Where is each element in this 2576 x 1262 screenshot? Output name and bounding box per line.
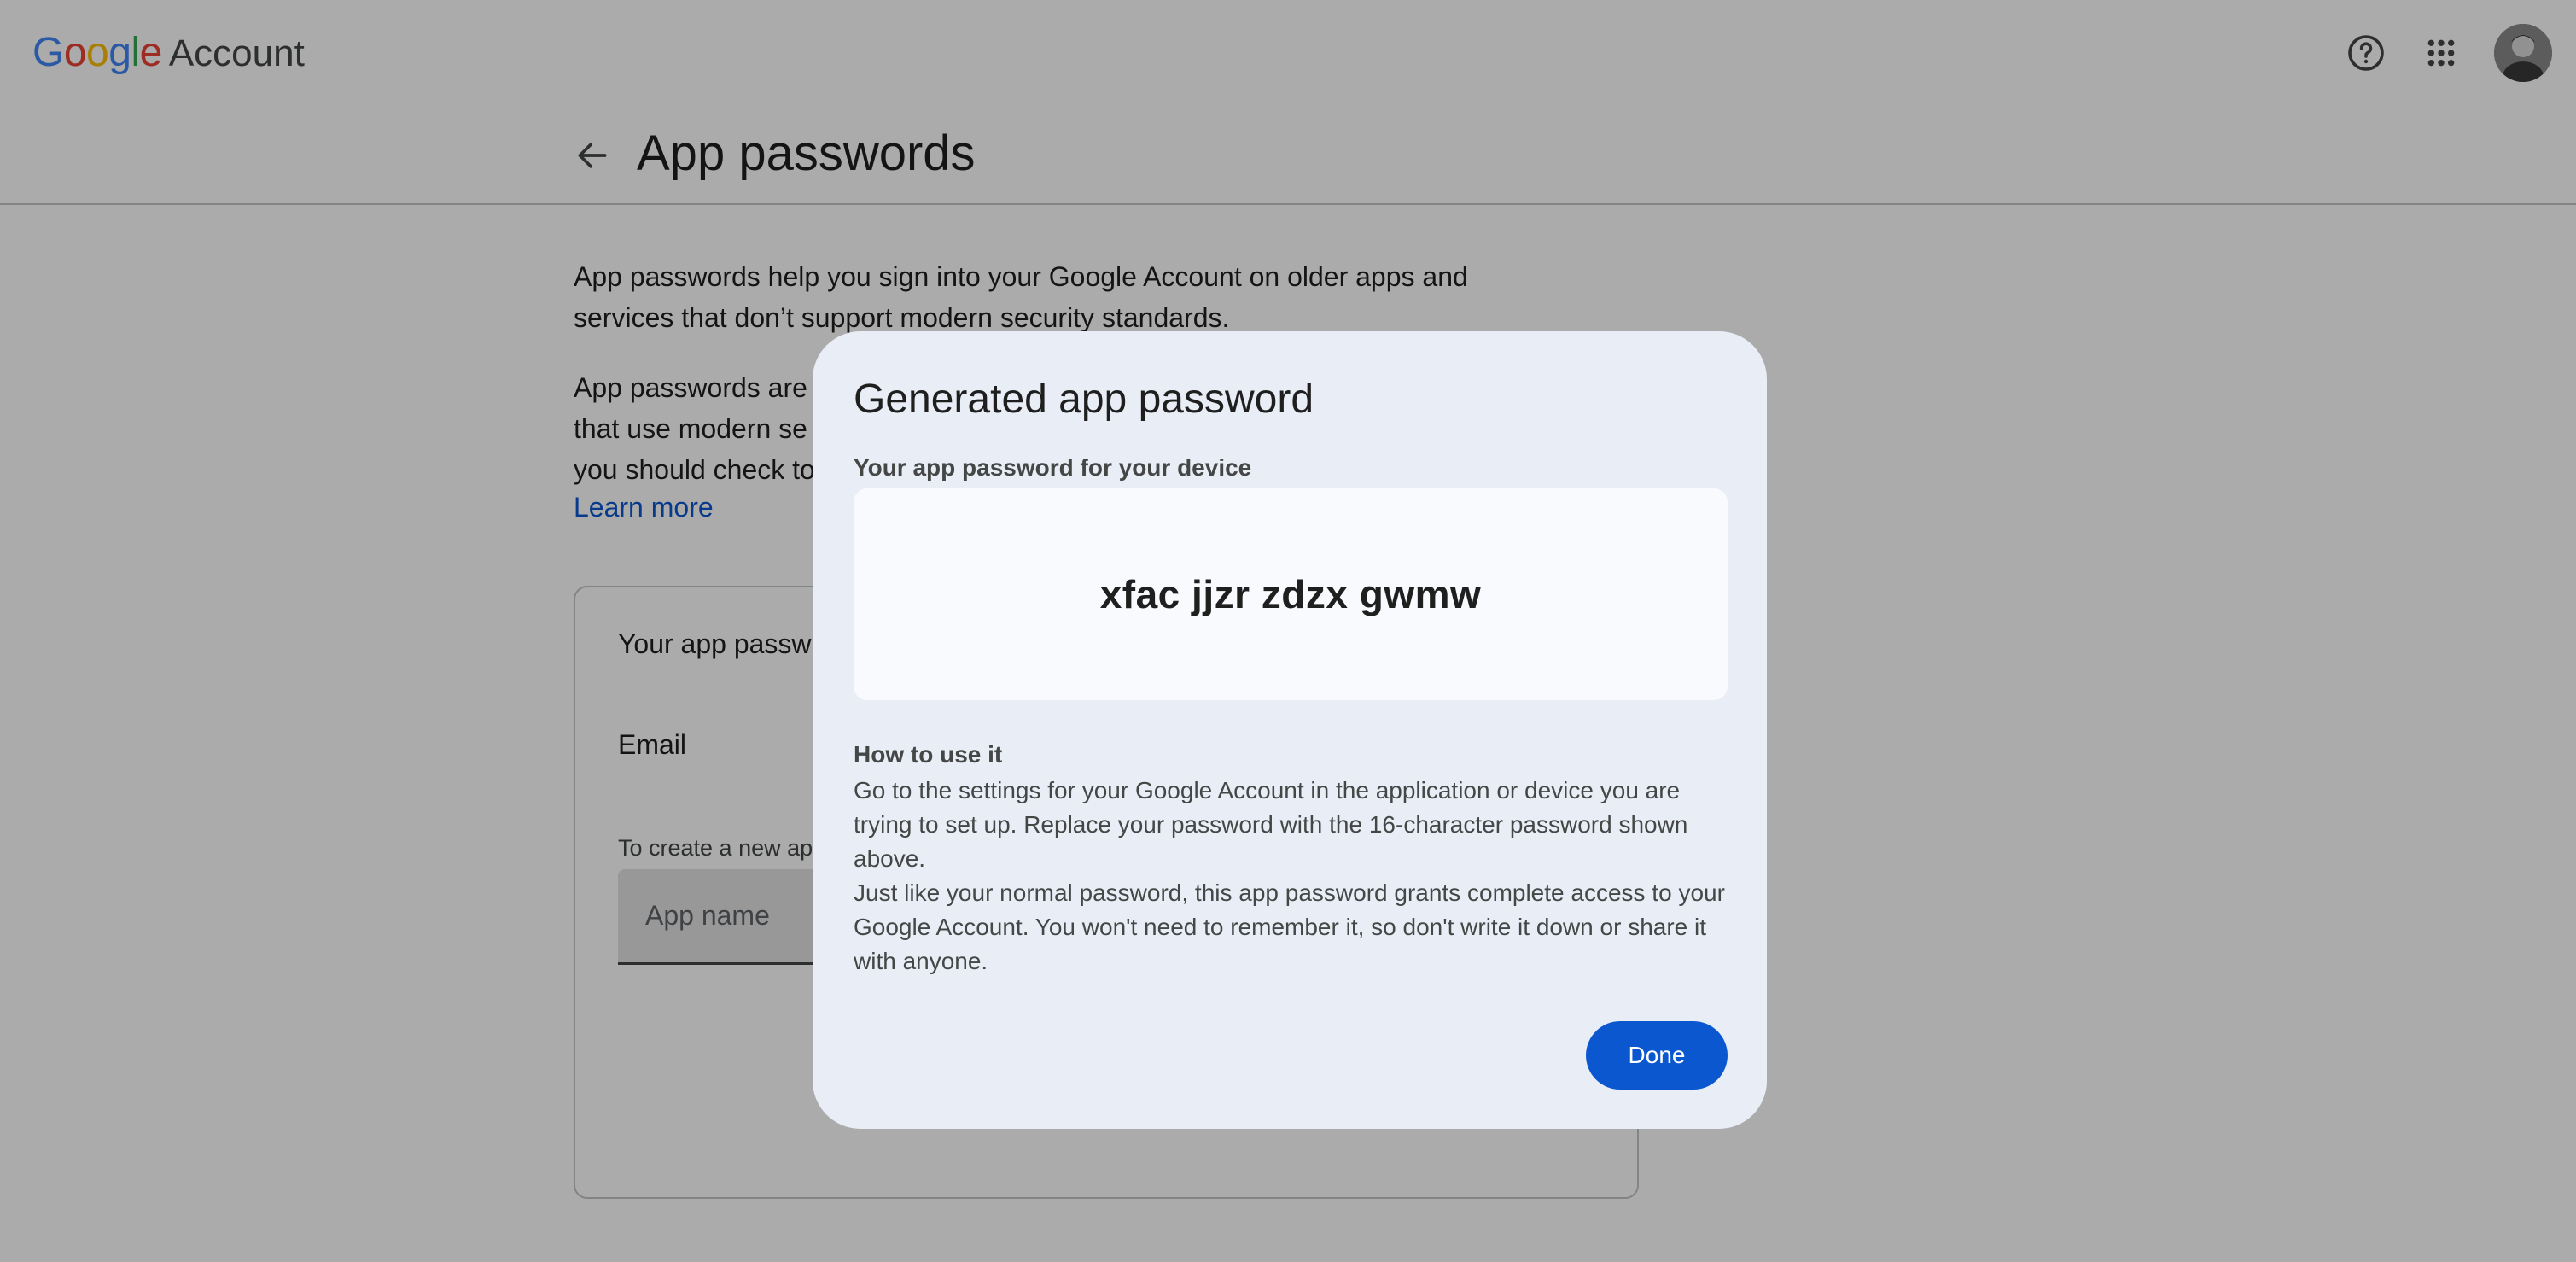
howto-heading: How to use it [854,741,1003,768]
dialog-subtitle: Your app password for your device [854,454,1252,481]
howto-text: Go to the settings for your Google Accou… [854,774,1728,979]
dialog-title: Generated app password [854,377,1314,422]
password-box: xfac jjzr zdzx gwmw [854,488,1728,700]
page: Google Account App passwords App passwor… [0,0,2576,1262]
howto-paragraph: Just like your normal password, this app… [854,879,1725,974]
generated-password[interactable]: xfac jjzr zdzx gwmw [1100,571,1482,617]
generated-password-dialog: Generated app password Your app password… [813,331,1767,1129]
done-button[interactable]: Done [1586,1021,1728,1090]
howto-paragraph: Go to the settings for your Google Accou… [854,777,1688,872]
